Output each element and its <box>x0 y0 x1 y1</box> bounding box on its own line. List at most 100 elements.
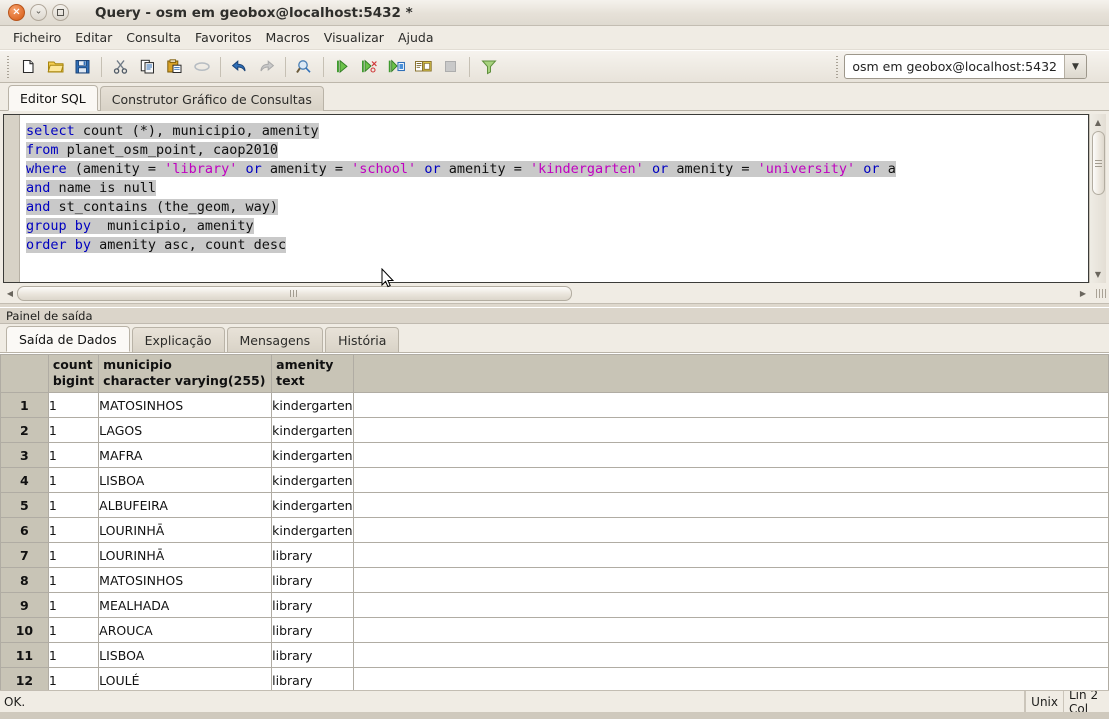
find-replace-button[interactable] <box>291 54 318 80</box>
tab-editor-sql[interactable]: Editor SQL <box>8 85 98 111</box>
row-number-header[interactable]: 12 <box>0 667 49 690</box>
row-number-header[interactable]: 6 <box>0 517 49 543</box>
cell-count[interactable]: 1 <box>47 517 100 543</box>
cell-count[interactable]: 1 <box>47 592 100 618</box>
cell-municipio[interactable]: LISBOA <box>98 642 273 668</box>
menu-favoritos[interactable]: Favoritos <box>188 28 258 47</box>
sql-editor-frame[interactable]: select count (*), municipio, amenity from… <box>3 114 1089 283</box>
cell-amenity[interactable]: library <box>271 542 354 568</box>
clear-window-button[interactable] <box>188 54 215 80</box>
cell-amenity[interactable]: library <box>271 617 354 643</box>
scroll-left-icon[interactable]: ◀ <box>3 286 17 300</box>
vscroll-track[interactable] <box>1091 129 1105 268</box>
execute-to-file-button[interactable] <box>356 54 383 80</box>
row-number-header[interactable]: 3 <box>0 442 49 468</box>
table-row[interactable]: 4 1 LISBOA kindergarten <box>0 467 1109 493</box>
sql-code-text[interactable]: select count (*), municipio, amenity from… <box>20 115 1088 282</box>
hscroll-thumb[interactable] <box>17 285 572 301</box>
cell-count[interactable]: 1 <box>47 542 100 568</box>
table-row[interactable]: 5 1 ALBUFEIRA kindergarten <box>0 492 1109 518</box>
connection-select[interactable]: osm em geobox@localhost:5432 ▼ <box>844 54 1087 79</box>
execute-query-button[interactable] <box>329 54 356 80</box>
cell-municipio[interactable]: LISBOA <box>98 467 273 493</box>
cell-count[interactable]: 1 <box>47 392 100 418</box>
combo-drag-handle[interactable] <box>833 55 842 78</box>
cell-count[interactable]: 1 <box>47 667 100 690</box>
table-row[interactable]: 12 1 LOULÉ library <box>0 667 1109 690</box>
cell-amenity[interactable]: kindergarten <box>271 517 354 543</box>
cell-count[interactable]: 1 <box>47 467 100 493</box>
table-row[interactable]: 8 1 MATOSINHOS library <box>0 567 1109 593</box>
column-header-count[interactable]: count bigint <box>47 354 100 393</box>
cell-amenity[interactable]: kindergarten <box>271 442 354 468</box>
menu-macros[interactable]: Macros <box>258 28 316 47</box>
cell-municipio[interactable]: LOURINHĀ <box>98 517 273 543</box>
cell-amenity[interactable]: library <box>271 592 354 618</box>
table-row[interactable]: 6 1 LOURINHĀ kindergarten <box>0 517 1109 543</box>
row-number-header[interactable]: 1 <box>0 392 49 418</box>
toolbar-drag-handle[interactable] <box>4 55 12 78</box>
row-number-header[interactable]: 10 <box>0 617 49 643</box>
table-row[interactable]: 3 1 MAFRA kindergarten <box>0 442 1109 468</box>
column-header-municipio[interactable]: municipio character varying(255) <box>98 354 273 393</box>
tab-messages[interactable]: Mensagens <box>226 327 324 352</box>
column-header-amenity[interactable]: amenity text <box>271 354 354 393</box>
vscroll-thumb[interactable] <box>1091 131 1105 195</box>
filter-button[interactable] <box>475 54 502 80</box>
cell-amenity[interactable]: library <box>271 642 354 668</box>
cancel-query-button[interactable] <box>437 54 464 80</box>
table-row[interactable]: 2 1 LAGOS kindergarten <box>0 417 1109 443</box>
cell-count[interactable]: 1 <box>47 417 100 443</box>
copy-button[interactable] <box>134 54 161 80</box>
paste-button[interactable] <box>161 54 188 80</box>
row-number-header[interactable]: 8 <box>0 567 49 593</box>
cell-municipio[interactable]: AROUCA <box>98 617 273 643</box>
cell-count[interactable]: 1 <box>47 442 100 468</box>
save-file-button[interactable] <box>69 54 96 80</box>
explain-analyze-button[interactable] <box>410 54 437 80</box>
cell-amenity[interactable]: kindergarten <box>271 467 354 493</box>
menu-visualizar[interactable]: Visualizar <box>317 28 391 47</box>
tab-graphical-query-builder[interactable]: Construtor Gráfico de Consultas <box>99 86 324 111</box>
tab-data-output[interactable]: Saída de Dados <box>6 326 130 352</box>
row-number-header[interactable]: 11 <box>0 642 49 668</box>
maximize-window-button[interactable] <box>52 4 69 21</box>
cell-municipio[interactable]: LAGOS <box>98 417 273 443</box>
scroll-down-icon[interactable]: ▼ <box>1092 268 1105 281</box>
cell-amenity[interactable]: kindergarten <box>271 392 354 418</box>
cell-amenity[interactable]: library <box>271 567 354 593</box>
open-file-button[interactable] <box>42 54 69 80</box>
scroll-up-icon[interactable]: ▲ <box>1092 116 1105 129</box>
cell-count[interactable]: 1 <box>47 492 100 518</box>
tab-history[interactable]: História <box>325 327 400 352</box>
redo-button[interactable] <box>253 54 280 80</box>
row-number-header[interactable]: 4 <box>0 467 49 493</box>
minimize-window-button[interactable]: ⌄ <box>30 4 47 21</box>
editor-horizontal-scrollbar[interactable]: ◀ ▶ <box>0 283 1109 303</box>
menu-consulta[interactable]: Consulta <box>119 28 188 47</box>
tab-explain[interactable]: Explicação <box>131 327 225 352</box>
cell-count[interactable]: 1 <box>47 617 100 643</box>
table-row[interactable]: 9 1 MEALHADA library <box>0 592 1109 618</box>
cell-municipio[interactable]: LOULÉ <box>98 667 273 690</box>
row-number-header[interactable]: 7 <box>0 542 49 568</box>
row-number-header[interactable]: 5 <box>0 492 49 518</box>
table-row[interactable]: 10 1 AROUCA library <box>0 617 1109 643</box>
cell-count[interactable]: 1 <box>47 567 100 593</box>
data-output-grid-container[interactable]: count bigint municipio character varying… <box>0 353 1109 690</box>
hscroll-track[interactable] <box>17 285 1076 301</box>
cell-count[interactable]: 1 <box>47 642 100 668</box>
cell-municipio[interactable]: MAFRA <box>98 442 273 468</box>
cell-municipio[interactable]: MATOSINHOS <box>98 567 273 593</box>
cell-municipio[interactable]: MEALHADA <box>98 592 273 618</box>
grid-select-all-corner[interactable] <box>0 354 49 393</box>
scroll-right-icon[interactable]: ▶ <box>1076 286 1090 300</box>
close-window-button[interactable]: × <box>8 4 25 21</box>
cell-municipio[interactable]: MATOSINHOS <box>98 392 273 418</box>
menu-editar[interactable]: Editar <box>68 28 119 47</box>
cell-municipio[interactable]: ALBUFEIRA <box>98 492 273 518</box>
cell-amenity[interactable]: kindergarten <box>271 417 354 443</box>
cell-municipio[interactable]: LOURINHĀ <box>98 542 273 568</box>
undo-button[interactable] <box>226 54 253 80</box>
new-file-button[interactable] <box>15 54 42 80</box>
